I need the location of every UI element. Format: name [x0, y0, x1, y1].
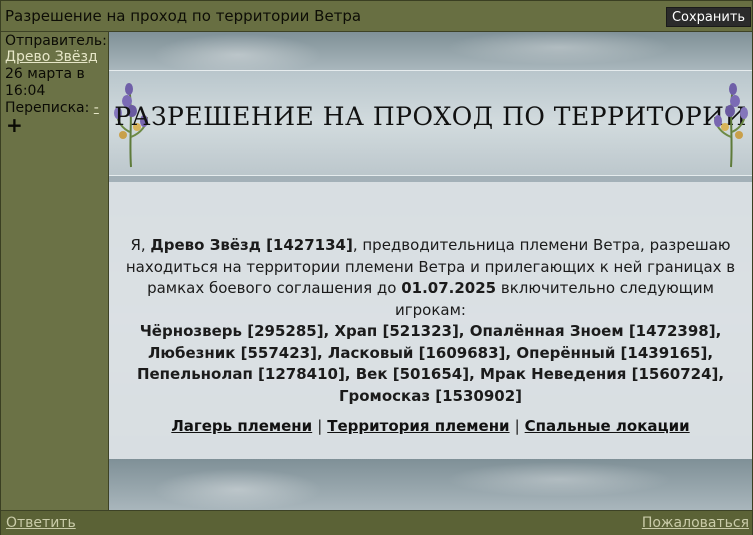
date-line-1: 26 марта в: [5, 66, 85, 82]
message-sidebar: Отправитель: Древо Звёзд 26 марта в 16:0…: [1, 32, 109, 510]
author-name: Древо Звёзд [1427134]: [150, 236, 353, 254]
date-line-2: 16:04: [5, 83, 46, 99]
lavender-flower-icon-right: [714, 83, 748, 168]
message-content: РАЗРЕШЕНИЕ НА ПРОХОД ПО ТЕРРИТОРИИ Я, Др…: [109, 32, 752, 510]
sleeping-locations-link[interactable]: Спальные локации: [525, 417, 690, 435]
location-links: Лагерь племени | Территория племени | Спальн…: [109, 417, 752, 435]
reply-link[interactable]: Ответить: [6, 515, 76, 531]
save-button[interactable]: Сохранить: [666, 7, 751, 27]
sender-label: Отправитель:: [5, 33, 107, 49]
message-window: Разрешение на проход по территории Ветра…: [0, 0, 753, 535]
banner: РАЗРЕШЕНИЕ НА ПРОХОД ПО ТЕРРИТОРИИ: [109, 70, 752, 176]
thread-collapse-link[interactable]: -: [94, 100, 99, 116]
players-list: Чёрнозверь [295285], Храп [521323], Опал…: [136, 322, 725, 405]
message-title: Разрешение на проход по территории Ветра: [5, 7, 362, 25]
permission-date: 01.07.2025: [401, 279, 497, 297]
territory-link[interactable]: Территория племени: [327, 417, 509, 435]
message-footer: Ответить Пожаловаться: [1, 510, 752, 535]
link-separator: |: [514, 417, 520, 435]
report-link[interactable]: Пожаловаться: [642, 515, 749, 531]
title-bar: Разрешение на проход по территории Ветра…: [1, 1, 752, 32]
message-body-text: Я, Древо Звёзд [1427134], предводительни…: [121, 235, 740, 407]
sky-image-bottom: [109, 459, 752, 510]
intro-text-1: Я,: [130, 236, 151, 254]
message-body-panel: Я, Древо Звёзд [1427134], предводительни…: [109, 182, 752, 459]
camp-link[interactable]: Лагерь племени: [171, 417, 312, 435]
sender-name-link[interactable]: Древо Звёзд: [5, 49, 98, 66]
thread-expand-button[interactable]: +: [6, 114, 23, 136]
link-separator: |: [317, 417, 323, 435]
sky-image-top: [109, 32, 752, 70]
banner-title: РАЗРЕШЕНИЕ НА ПРОХОД ПО ТЕРРИТОРИИ: [114, 102, 747, 131]
